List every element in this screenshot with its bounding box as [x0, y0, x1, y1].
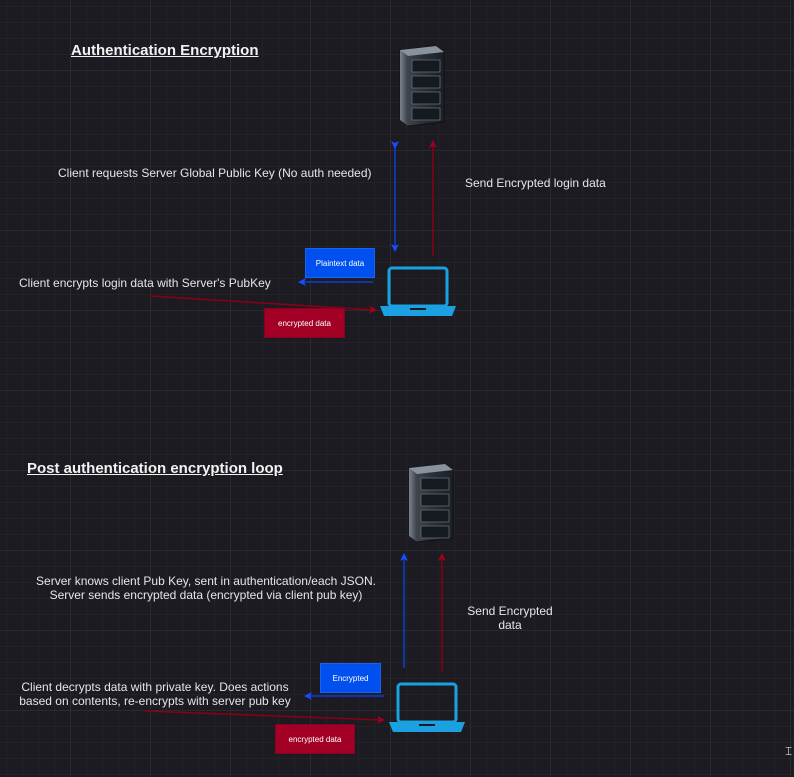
encrypted-data-box: encrypted data: [275, 724, 355, 754]
client-decrypts-line: based on contents, re-encrypts with serv…: [19, 694, 291, 708]
send-label: Send Encrypted login data: [465, 176, 606, 190]
section-title: Authentication Encryption: [71, 42, 259, 59]
encrypted-box-blue-label: Encrypted: [332, 673, 369, 683]
client-decrypts-label: Client decrypts data with private key. D…: [14, 680, 296, 708]
diagram-canvas: [144, 45, 465, 732]
plaintext-data-box: Plaintext data: [305, 248, 375, 278]
send-encrypted-label: Send Encrypted data: [455, 604, 565, 632]
laptop-icon: [380, 266, 456, 316]
send-encrypted-line: Send Encrypted: [467, 604, 553, 618]
encrypts-label: Client encrypts login data with Server's…: [19, 276, 271, 290]
server-knows-line: Server sends encrypted data (encrypted v…: [49, 588, 363, 602]
plaintext-data-label: Plaintext data: [315, 258, 365, 268]
encrypted-data-label: encrypted data: [288, 734, 342, 744]
section-title: Post authentication encryption loop: [27, 460, 283, 477]
encrypted-box-blue: Encrypted: [320, 663, 381, 693]
text-cursor-icon: ⌶: [785, 744, 793, 758]
send-encrypted-line: data: [498, 618, 522, 632]
server-knows-line: Server knows client Pub Key, sent in aut…: [36, 574, 376, 588]
client-decrypts-line: Client decrypts data with private key. D…: [21, 680, 289, 694]
server-icon: [408, 463, 454, 543]
laptop-icon: [389, 682, 465, 732]
encrypted-data-box: encrypted data: [264, 308, 345, 338]
server-knows-label: Server knows client Pub Key, sent in aut…: [30, 574, 382, 602]
server-icon: [399, 45, 445, 127]
request-label: Client requests Server Global Public Key…: [58, 166, 372, 180]
arrow: [144, 710, 385, 724]
encrypted-data-label: encrypted data: [278, 318, 331, 328]
